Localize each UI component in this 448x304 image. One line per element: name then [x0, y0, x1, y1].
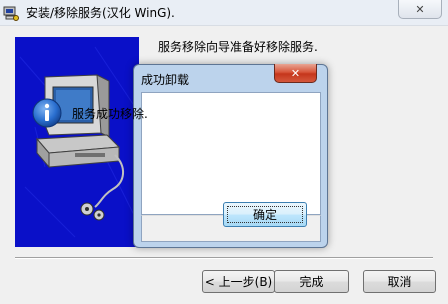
- information-icon: [32, 98, 62, 128]
- dialog-body: [141, 92, 321, 215]
- window-title: 安装/移除服务(汉化 WinG).: [26, 6, 175, 20]
- title-bar: 安装/移除服务(汉化 WinG). ✕: [0, 0, 448, 26]
- dialog-message: 服务成功移除.: [72, 107, 148, 121]
- close-icon: ✕: [415, 2, 425, 16]
- close-icon: ✕: [290, 66, 301, 80]
- wizard-banner-image: [15, 37, 139, 247]
- cancel-button[interactable]: 取消: [363, 270, 436, 293]
- finish-button[interactable]: 完成: [274, 270, 349, 293]
- footer-divider: [15, 257, 433, 259]
- window-close-button[interactable]: ✕: [398, 0, 442, 19]
- ok-button[interactable]: 确定: [223, 202, 307, 227]
- dialog-title: 成功卸载: [141, 73, 190, 87]
- computer-illustration: [19, 46, 136, 238]
- app-icon: [3, 6, 19, 21]
- wizard-message: 服务移除向导准备好移除服务.: [158, 40, 318, 54]
- back-button[interactable]: < 上一步(B): [202, 270, 275, 293]
- dialog-close-button[interactable]: ✕: [274, 64, 317, 83]
